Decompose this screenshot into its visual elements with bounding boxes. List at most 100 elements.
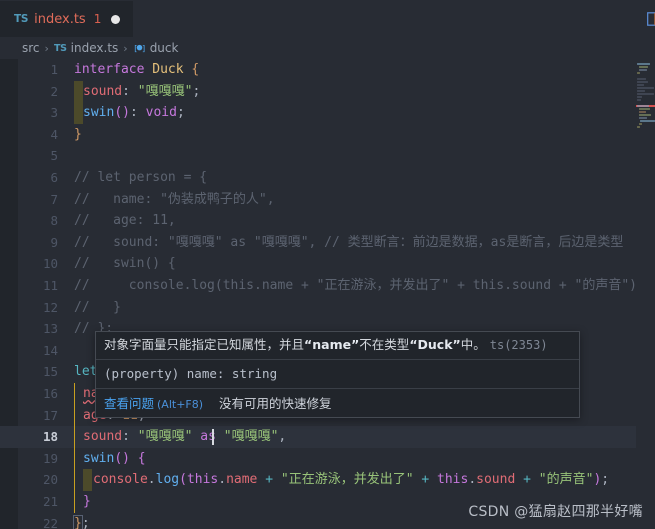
minimap-line [638, 108, 650, 110]
minimap-line [637, 63, 650, 65]
watermark-text: CSDN @猛扇赵四那半好嘴 [468, 504, 643, 520]
minimap-line [638, 111, 646, 113]
bracket-guide-active [74, 447, 75, 470]
code-line-current[interactable]: 18 sound: "嘎嘎嘎" as "嘎嘎嘎", [0, 426, 637, 448]
typescript-file-icon: TS [14, 13, 29, 25]
minimap-line [637, 105, 649, 107]
bracket-guide-active [74, 426, 75, 448]
minimap-line [639, 120, 655, 122]
minimap-line [638, 123, 642, 125]
line-number: 18 [42, 429, 58, 445]
code-line[interactable]: 12 // } [0, 297, 637, 319]
typescript-file-icon: TS [53, 42, 67, 54]
minimap-line [638, 117, 647, 119]
line-content: // swin() { [74, 256, 176, 272]
no-quick-fix-text: 没有可用的快速修复 [219, 396, 332, 411]
code-line[interactable]: 4 } [0, 124, 637, 146]
code-line[interactable]: 7 // name: "伪装成鸭子的人", [0, 189, 637, 211]
view-problem-action[interactable]: 查看问题 (Alt+F8) [104, 393, 203, 412]
code-line[interactable]: 20 console.log(this.name + "正在游泳，并发出了" +… [0, 469, 637, 491]
unsaved-dot-icon[interactable] [111, 14, 121, 24]
minimap-line [637, 96, 642, 98]
tab-label: index.ts [34, 11, 86, 27]
code-editor[interactable]: 1 interface Duck { 2 sound: "嘎嘎嘎"; 3 swi… [0, 59, 655, 529]
hover-message-quoted-type: “Duck” [409, 337, 461, 352]
line-number: 14 [42, 342, 58, 358]
hover-signature: (property) name: string [96, 359, 579, 388]
minimap-line [637, 87, 654, 89]
line-content: sound: "嘎嘎嘎" as "嘎嘎嘎", [83, 429, 287, 445]
line-content: swin() { [83, 450, 146, 466]
line-content: } [83, 494, 91, 509]
code-line[interactable]: 9 // sound: "嘎嘎嘎" as "嘎嘎嘎", // 类型断言：前边是数… [0, 232, 637, 254]
line-content: // console.log(this.name + "正在游泳，并发出了" +… [74, 278, 637, 293]
minimap-line [637, 99, 641, 101]
hover-action-bar: 查看问题 (Alt+F8) 没有可用的快速修复 [96, 388, 579, 417]
code-line[interactable]: 11 // console.log(this.name + "正在游泳，并发出了… [0, 275, 637, 297]
line-number: 8 [50, 213, 58, 229]
line-content: // } [74, 299, 121, 315]
indent-guide [74, 80, 83, 103]
svg-text:]: ] [141, 43, 146, 53]
line-number: 4 [50, 126, 58, 142]
minimap-line [638, 66, 648, 68]
code-line[interactable]: 19 swin() { [0, 447, 637, 470]
text-cursor [212, 429, 214, 446]
code-line[interactable]: 8 // age: 11, [0, 210, 637, 232]
line-number: 10 [42, 256, 58, 272]
minimap-line [637, 90, 645, 92]
line-number: 5 [50, 148, 58, 164]
editor-actions [646, 0, 655, 37]
hover-message-part-3: 中。 [460, 337, 486, 352]
bracket-guide-active [74, 383, 75, 405]
code-line[interactable]: 5 [0, 145, 637, 167]
minimap-line [637, 78, 646, 80]
line-content: // sound: "嘎嘎嘎" as "嘎嘎嘎", // 类型断言：前边是数据，… [74, 234, 624, 250]
minimap-line [638, 69, 647, 71]
chevron-right-icon: › [44, 41, 49, 55]
line-content: console.log(this.name + "正在游泳，并发出了" + th… [93, 472, 610, 488]
line-content: sound: "嘎嘎嘎"; [83, 83, 201, 99]
breadcrumb-item-file[interactable]: index.ts [71, 41, 119, 55]
code-line[interactable]: 10 // swin() { [0, 253, 637, 275]
line-number: 21 [42, 494, 58, 509]
line-content: // name: "伪装成鸭子的人", [74, 191, 275, 207]
view-problem-shortcut: (Alt+F8) [157, 398, 204, 411]
interface-symbol-icon: [ ] [133, 42, 146, 54]
minimap[interactable] [636, 59, 655, 529]
line-content: // age: 11, [74, 213, 176, 229]
code-line[interactable]: 1 interface Duck { [0, 59, 637, 81]
minimap-line [637, 72, 640, 74]
code-line[interactable]: 6 // let person = { [0, 167, 637, 189]
code-line[interactable]: 2 sound: "嘎嘎嘎"; [0, 80, 637, 103]
indent-guide [74, 102, 83, 124]
line-number: 1 [50, 62, 58, 77]
bracket-guide-active [74, 491, 75, 513]
minimap-line [637, 93, 654, 95]
line-number: 11 [42, 278, 58, 293]
minimap-line [638, 114, 651, 116]
hover-message-part-2: 不在类型 [359, 337, 410, 352]
hover-error-code: ts(2353) [489, 338, 548, 352]
hover-message-quoted-property: “name” [304, 337, 360, 352]
code-line[interactable]: 3 swin(): void; [0, 102, 637, 124]
chevron-right-icon: › [123, 41, 128, 55]
line-number: 2 [50, 83, 58, 99]
breadcrumb-item-symbol[interactable]: duck [150, 41, 179, 55]
line-number: 19 [42, 450, 58, 466]
line-number: 7 [50, 191, 58, 207]
line-number: 6 [50, 170, 58, 185]
hover-message-part-1: 对象字面量只能指定已知属性，并且 [104, 337, 305, 352]
line-number: 15 [42, 364, 58, 380]
breadcrumb-item-folder[interactable]: src [22, 41, 40, 55]
split-editor-icon[interactable] [646, 10, 655, 28]
line-number: 13 [42, 321, 58, 337]
view-problem-link[interactable]: 查看问题 [104, 396, 154, 411]
editor-tab-index-ts[interactable]: TS index.ts 1 [0, 0, 134, 37]
breadcrumb: src › TS index.ts › [ ] duck [0, 37, 655, 59]
code-lines[interactable]: 1 interface Duck { 2 sound: "嘎嘎嘎"; 3 swi… [0, 59, 637, 529]
line-number: 20 [42, 472, 58, 488]
line-content: interface Duck { [74, 62, 200, 77]
line-number: 9 [50, 234, 58, 250]
line-number: 16 [42, 386, 58, 401]
